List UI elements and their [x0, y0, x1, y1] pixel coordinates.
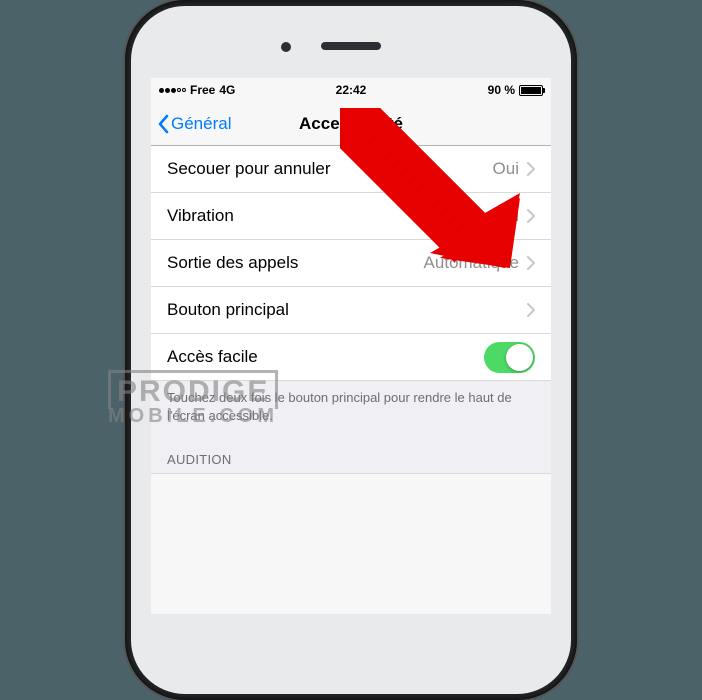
row-reachability: Accès facile: [151, 334, 551, 381]
settings-list: Secouer pour annuler Oui Vibration Oui S…: [151, 146, 551, 474]
row-label: Bouton principal: [167, 300, 527, 320]
clock: 22:42: [336, 83, 367, 97]
row-value: Oui: [493, 159, 519, 179]
chevron-right-icon: [527, 303, 535, 317]
row-shake-to-undo[interactable]: Secouer pour annuler Oui: [151, 146, 551, 193]
row-value: Automatique: [424, 253, 519, 273]
phone-bezel: Free 4G 22:42 90 % Général Accessibilité: [131, 6, 571, 694]
reachability-toggle[interactable]: [484, 342, 535, 373]
signal-strength-icon: [159, 88, 186, 93]
screen: Free 4G 22:42 90 % Général Accessibilité: [151, 78, 551, 614]
row-value: Oui: [493, 206, 519, 226]
status-left: Free 4G: [159, 83, 336, 97]
row-call-audio-routing[interactable]: Sortie des appels Automatique: [151, 240, 551, 287]
phone-frame: Free 4G 22:42 90 % Général Accessibilité: [125, 0, 577, 700]
row-vibration[interactable]: Vibration Oui: [151, 193, 551, 240]
front-camera: [281, 42, 291, 52]
earpiece-speaker: [321, 42, 381, 50]
reachability-footer: Touchez deux fois le bouton principal po…: [151, 381, 551, 434]
navigation-bar: Général Accessibilité: [151, 102, 551, 146]
row-label: Sortie des appels: [167, 253, 424, 273]
status-bar: Free 4G 22:42 90 %: [151, 78, 551, 102]
chevron-right-icon: [527, 209, 535, 223]
section-header-hearing: AUDITION: [151, 434, 551, 474]
network-label: 4G: [219, 83, 235, 97]
back-button[interactable]: Général: [151, 114, 231, 134]
status-right: 90 %: [366, 83, 543, 97]
row-label: Accès facile: [167, 347, 484, 367]
row-label: Secouer pour annuler: [167, 159, 493, 179]
battery-icon: [519, 85, 543, 96]
back-label: Général: [171, 114, 231, 134]
chevron-right-icon: [527, 162, 535, 176]
carrier-label: Free: [190, 83, 215, 97]
row-home-button[interactable]: Bouton principal: [151, 287, 551, 334]
chevron-right-icon: [527, 256, 535, 270]
chevron-left-icon: [157, 114, 169, 134]
row-label: Vibration: [167, 206, 493, 226]
battery-percent: 90 %: [488, 83, 515, 97]
